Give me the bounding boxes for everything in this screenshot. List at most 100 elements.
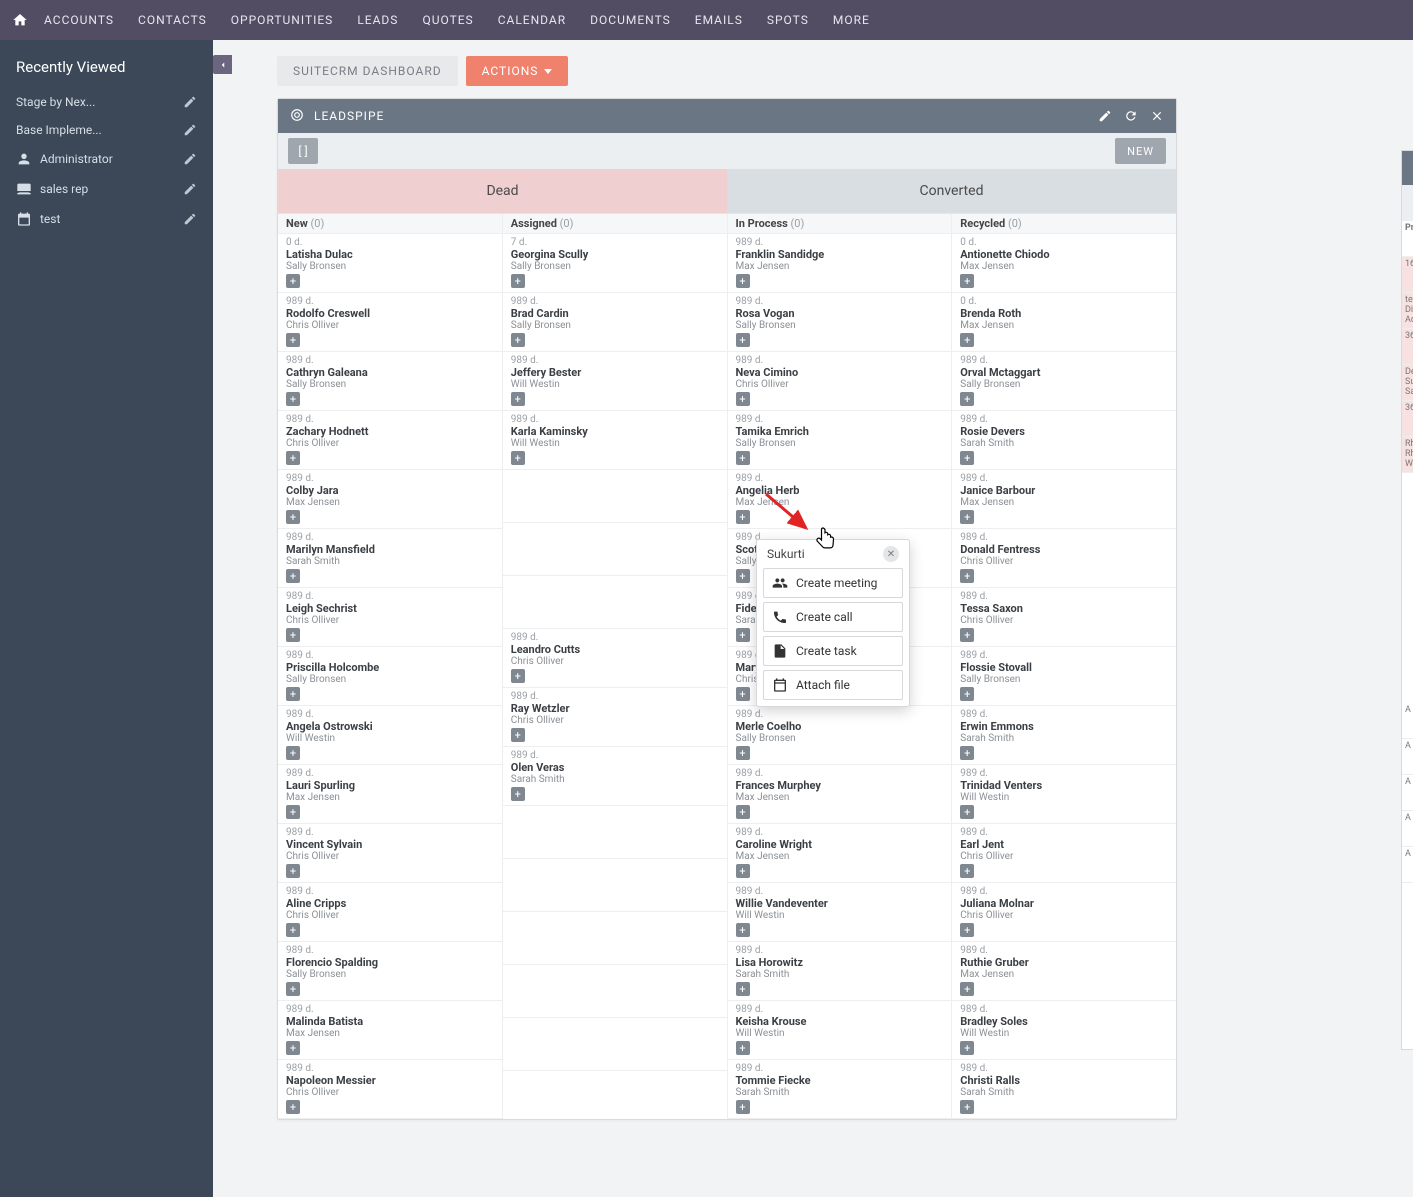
edit-icon[interactable] [183,182,197,196]
card-add-icon[interactable]: + [736,864,750,878]
lead-card[interactable]: 989 d. Trinidad Venters Will Westin + [952,765,1176,824]
nav-accounts[interactable]: ACCOUNTS [32,0,126,40]
lead-card[interactable]: 989 d. Leandro Cutts Chris Olliver + [503,629,727,688]
card-add-icon[interactable]: + [736,628,750,642]
card-add-icon[interactable]: + [511,274,525,288]
card-add-icon[interactable]: + [286,1100,300,1114]
lead-card[interactable]: 7 d. Georgina Scully Sally Bronsen + [503,234,727,293]
lead-card[interactable]: 989 d. Priscilla Holcombe Sally Bronsen … [278,647,502,706]
lead-card[interactable]: 989 d. Earl Jent Chris Olliver + [952,824,1176,883]
lead-card[interactable]: 989 d. Lauri Spurling Max Jensen + [278,765,502,824]
lead-card[interactable]: 989 d. Janice Barbour Max Jensen + [952,470,1176,529]
edit-icon[interactable] [183,123,197,137]
lead-card[interactable]: 0 d. Latisha Dulac Sally Bronsen + [278,234,502,293]
card-add-icon[interactable]: + [736,569,750,583]
nav-contacts[interactable]: CONTACTS [126,0,219,40]
nav-more[interactable]: MORE [821,0,882,40]
refresh-icon[interactable] [1124,109,1138,123]
card-add-icon[interactable]: + [511,787,525,801]
card-add-icon[interactable]: + [960,746,974,760]
sidebar-item[interactable]: Base Impleme... [0,116,213,144]
card-add-icon[interactable]: + [286,1041,300,1055]
card-add-icon[interactable]: + [736,451,750,465]
sidebar-item[interactable]: Stage by Nex... [0,88,213,116]
sidebar-item[interactable]: Administrator [0,144,213,174]
card-add-icon[interactable]: + [960,687,974,701]
card-add-icon[interactable]: + [960,982,974,996]
actions-dropdown[interactable]: ACTIONS [466,56,569,86]
lead-card[interactable]: 989 d. Zachary Hodnett Chris Olliver + [278,411,502,470]
edit-icon[interactable] [1098,109,1112,123]
lead-card[interactable]: 989 d. Florencio Spalding Sally Bronsen … [278,942,502,1001]
card-add-icon[interactable]: + [286,687,300,701]
card-add-icon[interactable]: + [286,923,300,937]
card-add-icon[interactable]: + [960,864,974,878]
lead-card[interactable]: 989 d. Willie Vandeventer Will Westin + [728,883,952,942]
lead-card[interactable]: 989 d. Orval Mctaggart Sally Bronsen + [952,352,1176,411]
card-add-icon[interactable]: + [286,982,300,996]
card-add-icon[interactable]: + [960,274,974,288]
lead-card[interactable]: 989 d. Angela Ostrowski Will Westin + [278,706,502,765]
lead-card[interactable]: 989 d. Tamika Emrich Sally Bronsen + [728,411,952,470]
lead-card[interactable]: 989 d. Leigh Sechrist Chris Olliver + [278,588,502,647]
card-add-icon[interactable]: + [736,333,750,347]
attach-file-button[interactable]: Attach file [763,670,903,700]
lead-card[interactable]: 989 d. Olen Veras Sarah Smith + [503,747,727,806]
nav-leads[interactable]: LEADS [345,0,410,40]
card-add-icon[interactable]: + [736,510,750,524]
card-add-icon[interactable]: + [960,1041,974,1055]
card-add-icon[interactable]: + [960,923,974,937]
lead-card[interactable]: 989 d. Donald Fentress Chris Olliver + [952,529,1176,588]
card-add-icon[interactable]: + [286,451,300,465]
lead-card[interactable] [503,965,727,1018]
lead-card[interactable]: 989 d. Bradley Soles Will Westin + [952,1001,1176,1060]
card-add-icon[interactable]: + [286,628,300,642]
lead-card[interactable]: 989 d. Colby Jara Max Jensen + [278,470,502,529]
lead-card[interactable]: 989 d. Keisha Krouse Will Westin + [728,1001,952,1060]
lead-card[interactable]: 989 d. Merle Coelho Sally Bronsen + [728,706,952,765]
bracket-button[interactable]: [ ] [288,138,318,164]
lead-card[interactable]: 989 d. Christi Ralls Sarah Smith + [952,1060,1176,1119]
card-add-icon[interactable]: + [960,569,974,583]
lead-card[interactable]: 989 d. Frances Murphey Max Jensen + [728,765,952,824]
lead-card[interactable] [503,523,727,576]
new-button[interactable]: NEW [1115,138,1166,164]
lead-card[interactable]: 989 d. Caroline Wright Max Jensen + [728,824,952,883]
create-task-button[interactable]: Create task [763,636,903,666]
lead-card[interactable]: 989 d. Angelia Herb Max Jensen + [728,470,952,529]
lead-card[interactable]: 989 d. Vincent Sylvain Chris Olliver + [278,824,502,883]
sidebar-item[interactable]: test [0,204,213,234]
nav-documents[interactable]: DOCUMENTS [578,0,683,40]
card-add-icon[interactable]: + [736,805,750,819]
card-add-icon[interactable]: + [960,510,974,524]
lead-card[interactable]: 989 d. Franklin Sandidge Max Jensen + [728,234,952,293]
card-add-icon[interactable]: + [736,1100,750,1114]
card-add-icon[interactable]: + [736,687,750,701]
card-add-icon[interactable]: + [511,392,525,406]
edit-icon[interactable] [183,212,197,226]
lead-card[interactable]: 989 d. Tommie Fiecke Sarah Smith + [728,1060,952,1119]
lead-card[interactable]: 989 d. Ruthie Gruber Max Jensen + [952,942,1176,1001]
lead-card[interactable]: 0 d. Brenda Roth Max Jensen + [952,293,1176,352]
create-call-button[interactable]: Create call [763,602,903,632]
lead-card[interactable]: 0 d. Antionette Chiodo Max Jensen + [952,234,1176,293]
lead-card[interactable]: 989 d. Lisa Horowitz Sarah Smith + [728,942,952,1001]
card-add-icon[interactable]: + [960,628,974,642]
lead-card[interactable]: 989 d. Karla Kaminsky Will Westin + [503,411,727,470]
lead-card[interactable]: 989 d. Malinda Batista Max Jensen + [278,1001,502,1060]
nav-spots[interactable]: SPOTS [755,0,821,40]
lead-card[interactable]: 989 d. Napoleon Messier Chris Olliver + [278,1060,502,1119]
card-add-icon[interactable]: + [736,746,750,760]
card-add-icon[interactable]: + [511,728,525,742]
lead-card[interactable]: 989 d. Tessa Saxon Chris Olliver + [952,588,1176,647]
card-add-icon[interactable]: + [286,510,300,524]
card-add-icon[interactable]: + [286,569,300,583]
card-add-icon[interactable]: + [960,392,974,406]
card-add-icon[interactable]: + [736,274,750,288]
nav-emails[interactable]: EMAILS [683,0,755,40]
lead-card[interactable]: 989 d. Rosie Devers Sarah Smith + [952,411,1176,470]
nav-opportunities[interactable]: OPPORTUNITIES [219,0,346,40]
lead-card[interactable]: 989 d. Ray Wetzler Chris Olliver + [503,688,727,747]
nav-calendar[interactable]: CALENDAR [486,0,578,40]
sidebar-item[interactable]: sales rep [0,174,213,204]
